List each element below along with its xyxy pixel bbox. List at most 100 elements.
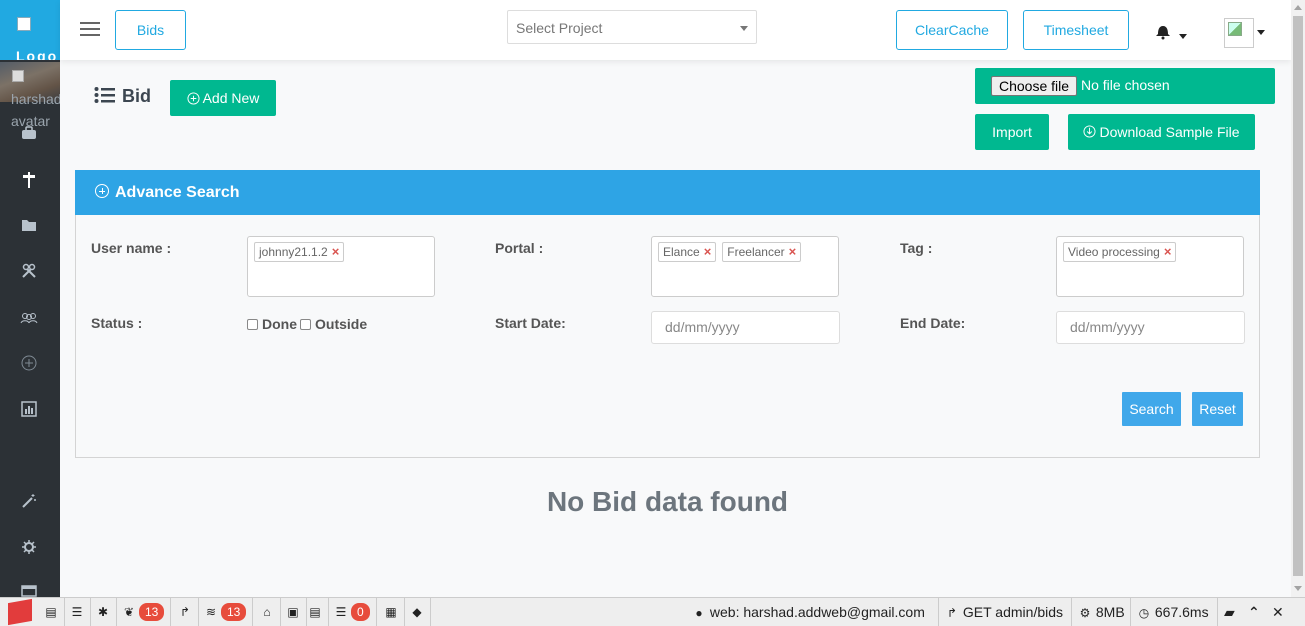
debug-tags-tab[interactable]: ◆ xyxy=(404,598,431,626)
avatar-alt-text: harshad avatar xyxy=(11,91,60,128)
debug-bar: ▤ ☰ ✱ ❦ 13 ↱ ≋ 13 ⌂ ▣ ▤ ☰ 0 ▦ ◆ ● web: hars… xyxy=(0,597,1305,626)
tag-label: Tag : xyxy=(900,240,933,256)
remove-tag-icon[interactable]: × xyxy=(704,244,712,259)
status-done-label: Done xyxy=(262,316,297,332)
username-label: User name : xyxy=(91,240,172,256)
debug-route-text: GET admin/bids xyxy=(962,604,1064,620)
notifications-dropdown[interactable] xyxy=(1154,22,1188,42)
checkbox[interactable] xyxy=(247,319,258,330)
tasks-icon: ☰ xyxy=(335,605,347,619)
download-circle-icon xyxy=(1083,125,1096,138)
bug-icon: ✱ xyxy=(97,605,109,619)
checkbox[interactable] xyxy=(300,319,311,330)
hamburger-menu-icon[interactable] xyxy=(80,22,100,38)
file-input[interactable]: Choose file No file chosen xyxy=(975,68,1275,104)
briefcase-icon[interactable] xyxy=(18,125,40,147)
debug-views-tab[interactable]: ❦ 13 xyxy=(116,598,172,626)
choose-file-button[interactable]: Choose file xyxy=(991,76,1077,96)
bar-chart-icon[interactable] xyxy=(18,401,40,423)
end-date-input[interactable]: dd/mm/yyyy xyxy=(1056,311,1245,344)
debug-memory-text: 8MB xyxy=(1095,604,1125,620)
avatar[interactable]: harshad avatar xyxy=(0,62,60,128)
lock-icon: ▣ xyxy=(287,605,299,619)
share-icon: ↱ xyxy=(179,605,191,619)
portal-tag: Elance × xyxy=(658,242,717,262)
portal-tag-input[interactable]: Elance × Freelancer × xyxy=(651,236,839,297)
logo-text: Logo xyxy=(16,48,59,60)
no-data-message: No Bid data found xyxy=(546,486,789,517)
list-icon xyxy=(94,87,115,103)
scroll-down-icon[interactable] xyxy=(1294,586,1302,591)
chevron-down-icon xyxy=(1179,34,1187,39)
debug-route-tab[interactable]: ↱ xyxy=(172,598,199,626)
portal-tag: Freelancer × xyxy=(722,242,802,262)
debug-open-icon[interactable]: ▰ xyxy=(1217,598,1241,626)
list-icon: ▤ xyxy=(45,605,57,619)
advance-search-header[interactable]: Advance Search xyxy=(75,170,1260,215)
import-button[interactable]: Import xyxy=(975,114,1049,150)
debug-user-text: web: harshad.addweb@gmail.com xyxy=(709,604,925,620)
clearcache-button[interactable]: ClearCache xyxy=(896,10,1008,50)
debug-memory[interactable]: ⚙ 8MB xyxy=(1071,598,1131,626)
leaf-icon: ❦ xyxy=(123,605,135,619)
plus-circle-icon xyxy=(95,184,109,198)
tag-tag-input[interactable]: Video processing × xyxy=(1056,236,1244,297)
remove-tag-icon[interactable]: × xyxy=(332,244,340,259)
debug-time[interactable]: ◷ 667.6ms xyxy=(1130,598,1215,626)
add-new-button[interactable]: Add New xyxy=(170,80,276,116)
database-icon: ≋ xyxy=(205,605,217,619)
events-count-badge: 0 xyxy=(351,603,370,621)
users-icon[interactable] xyxy=(18,309,40,331)
project-select-placeholder: Select Project xyxy=(516,20,603,36)
debug-cache-tab[interactable]: ▦ xyxy=(378,598,405,626)
signpost-icon[interactable] xyxy=(18,171,40,193)
page-title-text: Bid xyxy=(122,86,151,106)
inbox-icon: ⌂ xyxy=(263,605,271,619)
debug-mails-tab[interactable]: ⌂ xyxy=(254,598,281,626)
debug-user[interactable]: ● web: harshad.addweb@gmail.com xyxy=(686,598,931,626)
folder-icon[interactable] xyxy=(18,217,40,239)
user-menu[interactable] xyxy=(1224,18,1270,48)
clock-icon: ◷ xyxy=(1138,606,1150,620)
bell-icon xyxy=(1156,26,1170,40)
tag-text: Elance xyxy=(663,245,700,259)
project-select[interactable]: Select Project xyxy=(507,10,757,44)
sidebar: Logo harshad avatar xyxy=(0,0,60,626)
gear-icon[interactable] xyxy=(18,539,40,561)
search-button[interactable]: Search xyxy=(1122,392,1181,426)
download-label: Download Sample File xyxy=(1099,124,1240,140)
status-done-checkbox[interactable]: Done xyxy=(247,316,297,332)
debugbar-logo[interactable] xyxy=(8,598,32,626)
tag-text: Video processing xyxy=(1068,245,1160,259)
queries-count-badge: 13 xyxy=(221,603,247,621)
status-outside-checkbox[interactable]: Outside xyxy=(300,316,367,332)
start-date-input[interactable]: dd/mm/yyyy xyxy=(651,311,840,344)
debug-request[interactable]: ↱ GET admin/bids xyxy=(938,598,1069,626)
tools-icon[interactable] xyxy=(18,263,40,285)
cogs-icon: ⚙ xyxy=(1079,606,1091,620)
debug-session-tab[interactable]: ▤ xyxy=(302,598,329,626)
views-count-badge: 13 xyxy=(139,603,165,621)
download-sample-file-button[interactable]: Download Sample File xyxy=(1068,114,1255,150)
scroll-up-icon[interactable] xyxy=(1294,5,1302,10)
debug-queries-tab[interactable]: ≋ 13 xyxy=(198,598,254,626)
debug-events-tab[interactable]: ☰ 0 xyxy=(328,598,377,626)
timesheet-button[interactable]: Timesheet xyxy=(1023,10,1129,50)
bids-button[interactable]: Bids xyxy=(115,10,186,50)
remove-tag-icon[interactable]: × xyxy=(789,244,797,259)
plus-circle-icon[interactable] xyxy=(18,355,40,377)
no-file-text: No file chosen xyxy=(1081,77,1170,93)
debug-exceptions-tab[interactable]: ✱ xyxy=(90,598,117,626)
debug-timeline-tab[interactable]: ☰ xyxy=(64,598,91,626)
remove-tag-icon[interactable]: × xyxy=(1164,244,1172,259)
debug-close-icon[interactable]: ✕ xyxy=(1266,598,1290,626)
debug-maximize-icon[interactable]: ⌃ xyxy=(1242,598,1266,626)
debug-messages-tab[interactable]: ▤ xyxy=(38,598,65,626)
reset-button[interactable]: Reset xyxy=(1192,392,1243,426)
end-date-label: End Date: xyxy=(900,315,966,331)
add-new-label: Add New xyxy=(202,90,260,106)
archive-icon: ▦ xyxy=(385,605,397,619)
logo[interactable]: Logo xyxy=(0,0,60,60)
username-tag-input[interactable]: johnny21.1.2 × xyxy=(247,236,435,297)
chevron-down-icon xyxy=(1257,30,1265,35)
